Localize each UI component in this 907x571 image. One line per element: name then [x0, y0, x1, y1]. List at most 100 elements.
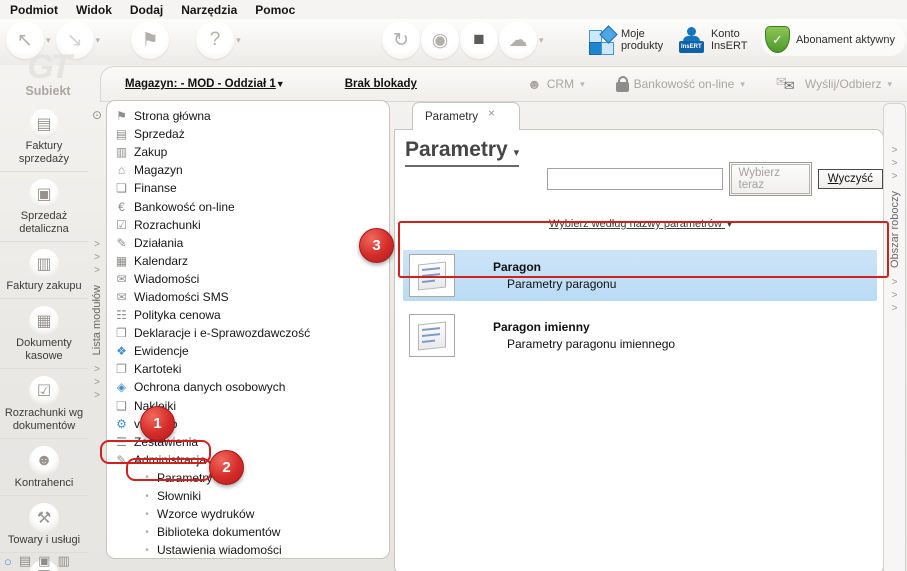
mini-basket-icon[interactable]: ▣: [38, 553, 50, 569]
filter-by-name-link[interactable]: Wybierz według nazwy parametrów ▼: [549, 218, 734, 230]
sidebar-item-faktury-zakupu[interactable]: ▥ Faktury zakupu: [0, 249, 88, 299]
crm-label: CRM: [546, 77, 575, 91]
chevron-right-icon[interactable]: >: [892, 157, 898, 170]
forward-dropdown-icon[interactable]: ▾: [96, 35, 101, 46]
tree-item-finanse[interactable]: ❏ Finanse: [113, 179, 385, 197]
bankowosc-menu[interactable]: Bankowość on-line ▾: [615, 75, 750, 92]
wyslij-odbierz-menu[interactable]: ✉ ✉ Wyślij/Odbierz ▾: [775, 74, 897, 93]
tree-item-zakup[interactable]: ▥ Zakup: [113, 143, 385, 161]
menu-pomoc[interactable]: Pomoc: [255, 3, 295, 17]
chevron-right-icon[interactable]: >: [892, 276, 898, 289]
app-window: Podmiot Widok Dodaj Narzędzia Pomoc ↖ ▾ …: [0, 0, 907, 571]
menu-narzedzia[interactable]: Narzędzia: [181, 3, 237, 17]
gdpr-shield-icon: ◈: [116, 380, 127, 395]
tree-item-label: Kartoteki: [134, 362, 182, 377]
bankowosc-label: Bankowość on-line: [633, 77, 735, 91]
bankowosc-dropdown-icon: ▾: [740, 78, 745, 89]
cloud-dropdown-icon[interactable]: ▾: [539, 35, 544, 46]
products-tiles-icon: [588, 24, 618, 55]
tab-parametry[interactable]: Parametry ×: [412, 102, 520, 130]
warehouse-icon: ⌂: [117, 163, 126, 178]
chevron-right-icon[interactable]: >: [892, 302, 898, 315]
annotation-step-2: 2: [209, 450, 244, 485]
wybierz-teraz-button[interactable]: Wybierz teraz: [728, 162, 812, 196]
calendar-icon: ▦: [115, 253, 128, 268]
sidebar-item-dokumenty-kasowe[interactable]: ▦ Dokumenty kasowe: [0, 306, 88, 369]
tree-item-label: Finanse: [134, 181, 177, 196]
tree-item-wiadomosci[interactable]: ✉ Wiadomości: [113, 270, 385, 288]
document-pen-icon: [409, 254, 455, 297]
tree-item-rozrachunki[interactable]: ☑ Rozrachunki: [113, 216, 385, 234]
wyslij-dropdown-icon: ▾: [887, 78, 892, 89]
tree-item-label: Bankowość on-line: [134, 199, 235, 214]
cloud-services-button[interactable]: ☁: [499, 21, 537, 59]
list-item-paragon[interactable]: Paragon Parametry paragonu: [403, 250, 877, 301]
tree-item-label: Sprzedaż: [134, 127, 185, 142]
sms-icon: ✉: [116, 289, 127, 304]
globe-button[interactable]: ◉: [421, 21, 459, 59]
tree-item-kalendarz[interactable]: ▦ Kalendarz: [113, 252, 385, 270]
mini-sales-icon[interactable]: ▤: [19, 553, 31, 569]
tree-item-sprzedaz[interactable]: ▤ Sprzedaż: [113, 125, 385, 143]
tree-item-polityka-cenowa[interactable]: ☷ Polityka cenowa: [113, 306, 385, 324]
brak-blokady-link[interactable]: Brak blokady: [345, 78, 417, 90]
crm-menu[interactable]: ☻ CRM ▾: [527, 76, 590, 92]
tree-item-deklaracje[interactable]: ❒ Deklaracje i e-Sprawozdawczość: [113, 324, 385, 342]
sidebar-item-label: Rozrachunki wg dokumentów: [4, 407, 84, 432]
back-dropdown-icon[interactable]: ▾: [46, 35, 51, 46]
tab-close-icon[interactable]: ×: [488, 106, 495, 120]
tree-item-slowniki[interactable]: • Słowniki: [113, 487, 385, 505]
chevron-right-icon[interactable]: >: [94, 376, 100, 389]
help-button[interactable]: ?: [196, 21, 235, 59]
tree-item-ochrona-danych[interactable]: ◈ Ochrona danych osobowych: [113, 378, 385, 396]
chevron-right-icon[interactable]: >: [892, 289, 898, 302]
tree-item-parametry[interactable]: • Parametry: [113, 469, 385, 487]
tree-item-ustawienia-wiadomosci[interactable]: • Ustawienia wiadomości: [113, 541, 385, 558]
chevron-right-icon[interactable]: >: [94, 251, 100, 264]
chevron-right-icon[interactable]: >: [94, 264, 100, 277]
tree-item-strona-glowna[interactable]: ⚑ Strona główna: [113, 107, 385, 125]
tree-item-kartoteki[interactable]: ❐ Kartoteki: [113, 360, 385, 378]
chevron-right-icon[interactable]: >: [892, 170, 898, 183]
pin-icon[interactable]: ⊙: [92, 108, 102, 122]
tree-item-dzialania[interactable]: ✎ Działania: [113, 234, 385, 252]
sidebar-item-rozrachunki[interactable]: ☑ Rozrachunki wg dokumentów: [0, 376, 88, 439]
sidebar-item-faktury-sprzedazy[interactable]: ▤ Faktury sprzedaży: [0, 109, 88, 172]
sidebar-item-sprzedaz-detaliczna[interactable]: ▣ Sprzedaż detaliczna: [0, 179, 88, 242]
tree-item-ewidencje[interactable]: ❖ Ewidencje: [113, 342, 385, 360]
menu-podmiot[interactable]: Podmiot: [10, 3, 58, 17]
tree-item-administracja[interactable]: ✎ Administracja: [113, 451, 385, 469]
refresh-button[interactable]: ↻: [382, 21, 420, 59]
flag-button[interactable]: ⚑: [131, 21, 170, 59]
magazyn-selector-link[interactable]: Magazyn: - MOD - Oddział 1▼: [125, 78, 285, 90]
tree-item-wzorce-wydrukow[interactable]: • Wzorce wydruków: [113, 505, 385, 523]
chevron-right-icon[interactable]: >: [94, 363, 100, 376]
cube-button[interactable]: ■: [460, 21, 498, 59]
wyczysc-button[interactable]: Wyczyść: [817, 169, 883, 189]
chevron-right-icon[interactable]: >: [892, 144, 898, 157]
abonament-button[interactable]: ✓ Abonament aktywny: [760, 23, 905, 56]
tree-item-biblioteka-dokumentow[interactable]: • Biblioteka dokumentów: [113, 523, 385, 541]
tree-item-magazyn[interactable]: ⌂ Magazyn: [113, 161, 385, 179]
sidebar-item-kontrahenci[interactable]: ☻ Kontrahenci: [0, 446, 88, 496]
menu-widok[interactable]: Widok: [76, 3, 112, 17]
parameter-search-input[interactable]: [547, 168, 723, 190]
tree-item-bankowosc-on-line[interactable]: € Bankowość on-line: [113, 197, 385, 215]
mini-box-icon[interactable]: ▥: [57, 553, 69, 569]
sidebar-item-towary-uslugi[interactable]: ⚒ Towary i usługi: [0, 503, 88, 553]
app-name: Subiekt: [25, 84, 71, 98]
help-dropdown-icon[interactable]: ▾: [236, 35, 241, 46]
workspace-strip: > > > Obszar roboczy > > >: [883, 103, 906, 571]
send-receive-envelopes-icon: ✉ ✉: [775, 74, 795, 93]
sidebar-item-label: Sprzedaż detaliczna: [19, 210, 69, 235]
purchase-icon: ▥: [115, 145, 128, 160]
menu-dodaj[interactable]: Dodaj: [130, 3, 163, 17]
moje-produkty-button[interactable]: Moje produkty: [588, 24, 669, 55]
chevron-right-icon[interactable]: >: [94, 238, 100, 251]
chevron-right-icon[interactable]: >: [94, 389, 100, 402]
konto-insert-button[interactable]: InsERT Konto InsERT: [678, 26, 751, 53]
mini-home-icon[interactable]: ○: [4, 554, 12, 569]
list-item-paragon-imienny[interactable]: Paragon imienny Parametry paragonu imien…: [403, 310, 877, 361]
page-title[interactable]: Parametry ▾: [405, 138, 520, 167]
tree-item-wiadomosci-sms[interactable]: ✉ Wiadomości SMS: [113, 288, 385, 306]
